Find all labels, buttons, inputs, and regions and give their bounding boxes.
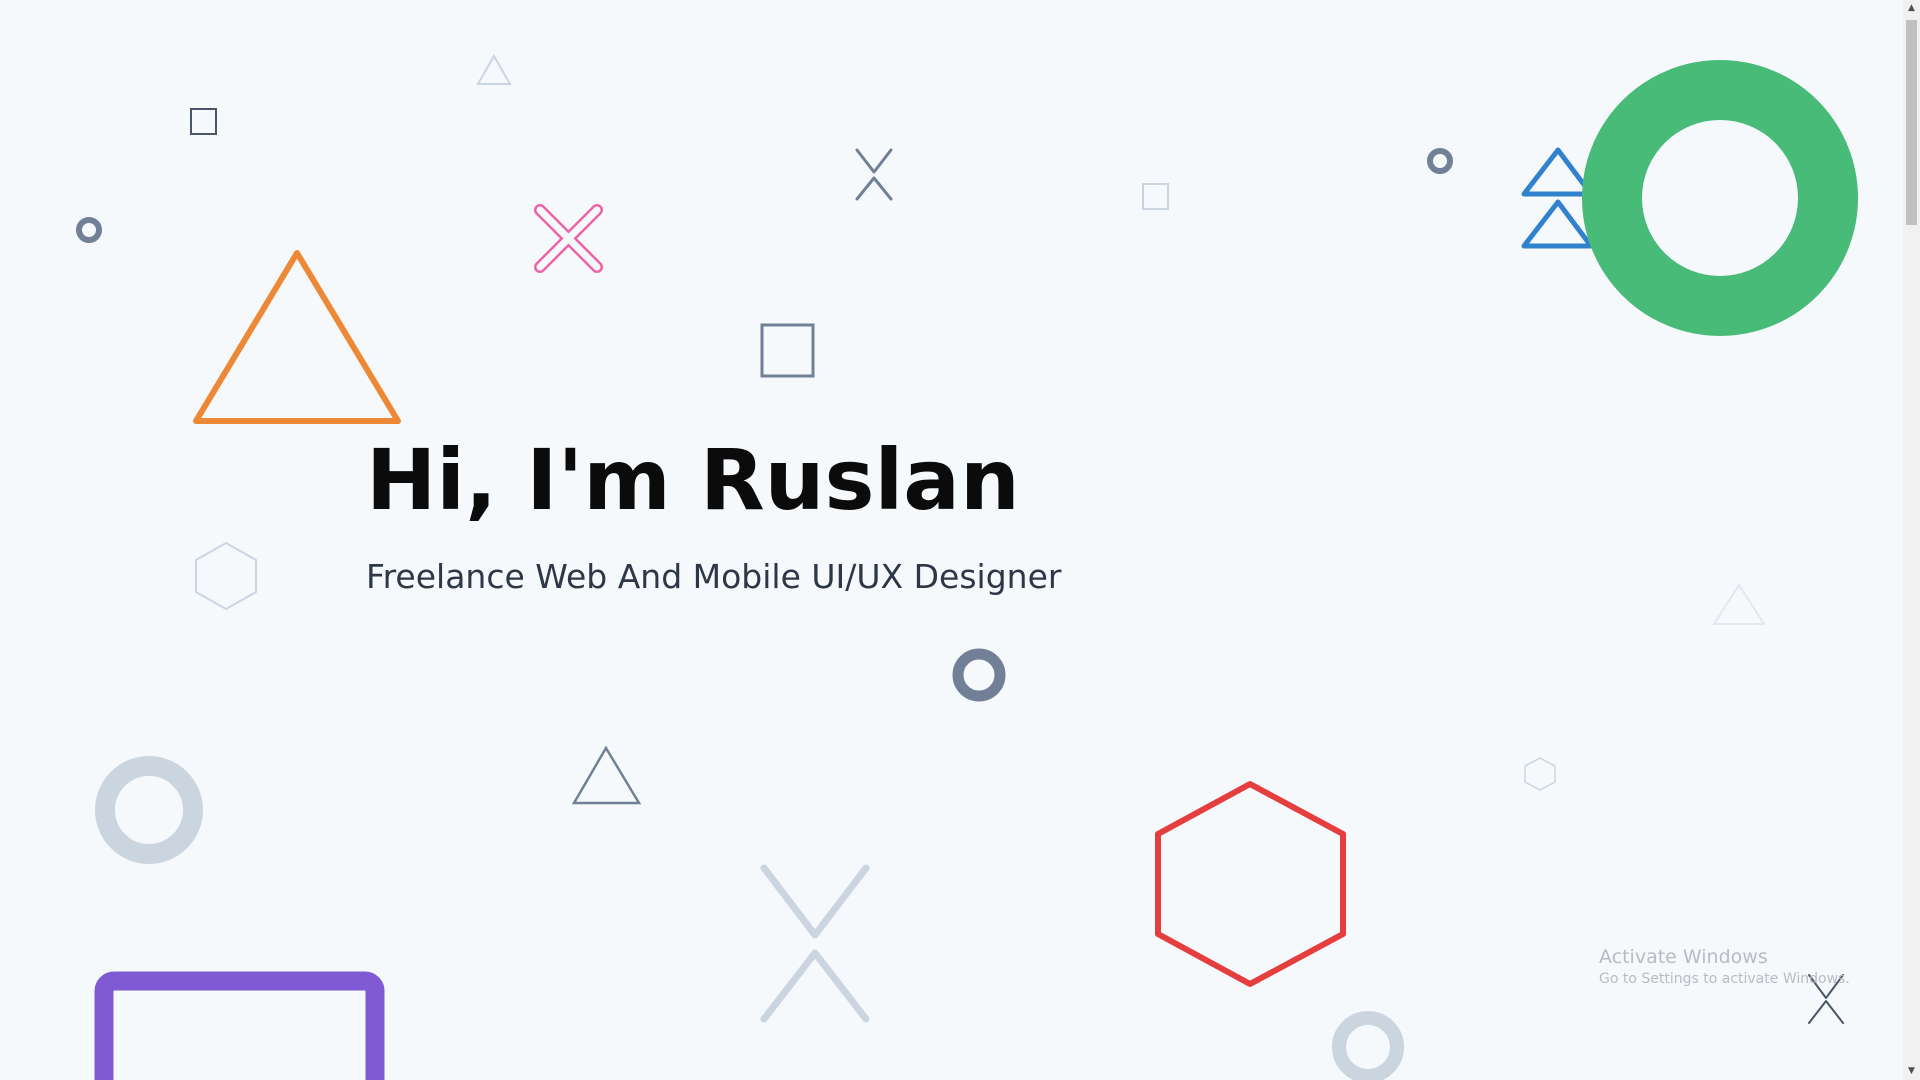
faint-triangle-shape — [476, 53, 512, 85]
activate-windows-watermark: Activate Windows Go to Settings to activ… — [1599, 946, 1850, 989]
green-ring-shape — [1582, 60, 1858, 336]
red-hexagon-shape — [1155, 781, 1346, 987]
hero-section: Hi, I'm Ruslan Freelance Web And Mobile … — [366, 430, 1061, 596]
portfolio-page: Hi, I'm Ruslan Freelance Web And Mobile … — [0, 0, 1920, 1080]
small-chevron-shape — [855, 148, 893, 201]
small-square-shape — [190, 108, 217, 135]
blue-double-triangle-shape — [1521, 147, 1594, 249]
hero-subtitle: Freelance Web And Mobile UI/UX Designer — [366, 556, 1062, 596]
tiny-hexagon-shape — [1524, 757, 1556, 791]
watermark-title: Activate Windows — [1599, 946, 1768, 968]
large-light-ring-shape — [95, 756, 203, 864]
scrollbar-thumb[interactable] — [1906, 20, 1917, 225]
watermark-subtitle: Go to Settings to activate Windows. — [1599, 970, 1850, 987]
faint-triangle-shape — [1712, 583, 1766, 625]
dark-ring-shape — [952, 648, 1006, 702]
faint-square-shape — [1142, 183, 1169, 210]
hero-title: Hi, I'm Ruslan — [366, 431, 1020, 529]
small-ring-shape — [1427, 148, 1453, 174]
scroll-down-arrow-icon[interactable]: ▼ — [1903, 1063, 1920, 1080]
grey-triangle-shape — [571, 745, 642, 805]
vertical-scrollbar[interactable]: ▲ ▼ — [1903, 0, 1920, 1080]
pink-x-shape — [534, 204, 603, 273]
faint-hexagon-shape — [195, 541, 257, 611]
orange-triangle-shape — [193, 250, 401, 424]
bottom-light-ring-shape — [1332, 1011, 1404, 1080]
purple-square-shape — [94, 971, 385, 1080]
small-ring-shape — [76, 217, 102, 243]
large-chevron-shape — [760, 864, 870, 1023]
medium-square-shape — [760, 323, 815, 378]
scroll-up-arrow-icon[interactable]: ▲ — [1903, 0, 1920, 17]
